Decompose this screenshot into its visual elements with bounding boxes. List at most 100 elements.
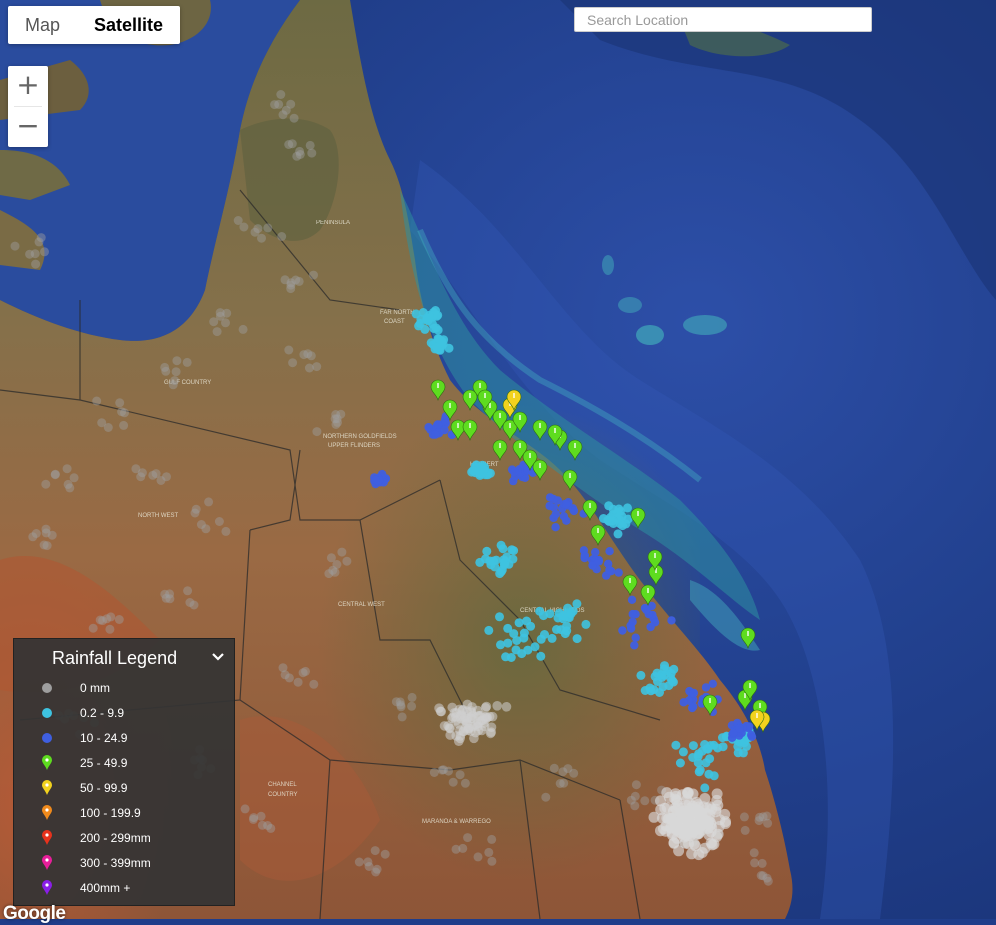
rainfall-station-dot[interactable] [484,847,494,857]
rainfall-station-dot[interactable] [559,778,569,788]
rainfall-station-dot[interactable] [233,216,243,225]
rainfall-station-dot[interactable] [380,849,390,859]
rainfall-station-dot[interactable] [407,701,417,711]
rainfall-station-dot[interactable] [554,608,564,618]
rainfall-station-dot[interactable] [266,823,276,833]
rainfall-station-dot[interactable] [545,609,555,619]
rainfall-station-dot[interactable] [257,820,267,830]
map-type-map-button[interactable]: Map [8,6,77,44]
rainfall-station-dot[interactable] [191,504,201,514]
rainfall-station-dot[interactable] [114,615,124,624]
rainfall-station-dot[interactable] [277,232,287,241]
rainfall-station-dot[interactable] [212,327,222,337]
rainfall-station-dot[interactable] [284,345,294,355]
rainfall-station-dot[interactable] [214,517,224,526]
rainfall-station-dot[interactable] [431,430,440,439]
rainfall-station-dot[interactable] [34,237,44,247]
rainfall-station-dot[interactable] [312,362,322,372]
rainfall-station-dot[interactable] [286,99,296,109]
chevron-down-icon[interactable] [211,650,225,664]
rainfall-station-dot[interactable] [263,223,273,233]
rainfall-station-dot[interactable] [630,801,640,811]
rainfall-station-dot[interactable] [170,376,180,386]
rainfall-station-dot[interactable] [704,769,714,779]
rainfall-station-dot[interactable] [627,595,637,604]
rainfall-station-dot[interactable] [411,309,421,319]
rainfall-station-dot[interactable] [618,626,627,635]
rainfall-station-dot[interactable] [492,701,503,711]
rainfall-station-dot[interactable] [705,837,717,849]
rainfall-station-dot[interactable] [487,856,497,866]
rainfall-station-dot[interactable] [28,532,38,542]
rainfall-station-dot[interactable] [183,586,193,596]
rainfall-station-dot[interactable] [503,623,513,633]
rainfall-station-dot[interactable] [660,825,672,837]
rainfall-station-dot[interactable] [545,501,554,511]
rainfall-station-dot[interactable] [276,90,286,99]
rainfall-station-dot[interactable] [692,817,704,829]
rainfall-station-dot[interactable] [740,825,750,835]
search-location-input[interactable] [574,7,872,32]
rainfall-station-dot[interactable] [172,356,182,366]
rainfall-station-dot[interactable] [689,689,698,698]
rainfall-station-dot[interactable] [441,418,450,428]
rainfall-station-dot[interactable] [429,768,439,777]
rainfall-station-dot[interactable] [460,778,470,788]
rainfall-station-dot[interactable] [747,732,757,741]
rainfall-station-dot[interactable] [444,766,453,776]
rainfall-station-dot[interactable] [240,804,250,814]
rainfall-station-dot[interactable] [495,612,504,622]
rainfall-station-dot[interactable] [562,516,571,525]
rainfall-station-dot[interactable] [433,420,443,429]
rainfall-station-dot[interactable] [739,812,749,822]
rainfall-station-dot[interactable] [468,711,478,721]
rainfall-station-dot[interactable] [463,833,473,843]
rainfall-station-dot[interactable] [646,622,655,632]
zoom-out-button[interactable]: − [8,107,48,147]
rainfall-station-dot[interactable] [517,649,527,659]
rainfall-station-dot[interactable] [354,857,364,867]
rainfall-station-dot[interactable] [209,317,219,327]
rainfall-station-dot[interactable] [481,701,492,712]
rainfall-station-dot[interactable] [630,641,639,650]
rainfall-station-dot[interactable] [257,233,266,243]
rainfall-station-dot[interactable] [397,712,407,722]
rainfall-station-dot[interactable] [551,523,560,532]
rainfall-station-dot[interactable] [39,540,49,550]
rainfall-station-dot[interactable] [473,852,483,862]
rainfall-station-dot[interactable] [395,697,405,707]
rainfall-station-dot[interactable] [31,259,41,269]
rainfall-station-dot[interactable] [713,821,725,832]
rainfall-station-dot[interactable] [591,548,600,557]
rainfall-station-dot[interactable] [750,858,760,868]
rainfall-station-dot[interactable] [472,721,483,732]
rainfall-station-dot[interactable] [420,324,430,334]
rainfall-station-dot[interactable] [552,625,561,634]
rainfall-station-dot[interactable] [688,741,698,751]
rainfall-station-dot[interactable] [370,846,380,856]
rainfall-station-dot[interactable] [662,813,674,825]
rainfall-station-dot[interactable] [221,318,230,328]
rainfall-station-dot[interactable] [337,547,347,557]
rainfall-station-dot[interactable] [667,616,676,625]
rainfall-station-dot[interactable] [189,600,199,610]
rainfall-station-dot[interactable] [545,493,555,502]
rainfall-station-dot[interactable] [623,503,632,513]
rainfall-station-dot[interactable] [342,556,352,566]
rainfall-station-dot[interactable] [50,470,60,480]
rainfall-station-dot[interactable] [117,407,127,417]
rainfall-station-dot[interactable] [679,698,688,707]
rainfall-station-dot[interactable] [440,425,449,435]
rainfall-station-dot[interactable] [526,621,536,631]
rainfall-station-dot[interactable] [605,565,614,575]
rainfall-station-dot[interactable] [162,472,171,482]
rainfall-station-dot[interactable] [719,808,731,820]
rainfall-station-dot[interactable] [763,818,773,828]
rainfall-station-dot[interactable] [701,683,711,692]
rainfall-station-dot[interactable] [119,420,129,430]
rainfall-station-dot[interactable] [514,618,524,628]
rainfall-station-dot[interactable] [136,472,146,482]
rainfall-station-dot[interactable] [631,780,641,790]
rainfall-station-dot[interactable] [222,308,232,318]
zoom-in-button[interactable]: + [8,66,48,106]
